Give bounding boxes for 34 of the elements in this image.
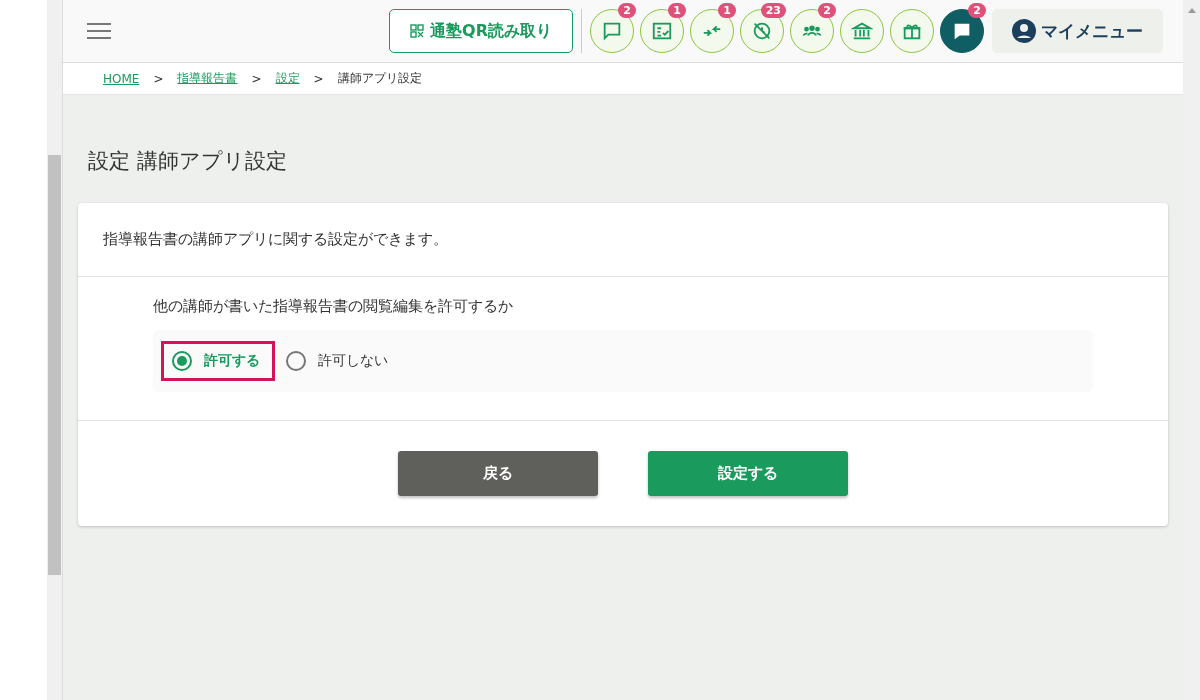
crossed-clock-icon xyxy=(751,20,773,42)
notification-badge: 1 xyxy=(668,3,686,18)
breadcrumb-link[interactable]: 設定 xyxy=(275,70,300,87)
menu-icon[interactable] xyxy=(87,23,111,39)
breadcrumb-separator: > xyxy=(313,71,324,86)
submit-button[interactable]: 設定する xyxy=(648,451,848,496)
my-menu-button[interactable]: マイメニュー xyxy=(992,9,1163,53)
scrollbar[interactable] xyxy=(1183,0,1200,700)
notification-badge: 2 xyxy=(618,3,636,18)
radio-option[interactable]: 許可しない xyxy=(275,341,403,381)
breadcrumb-link[interactable]: 指導報告書 xyxy=(177,70,238,87)
notification-badge: 2 xyxy=(968,3,986,18)
scrollbar[interactable] xyxy=(47,0,63,700)
page-title: 設定 講師アプリ設定 xyxy=(88,148,288,175)
qr-scan-button[interactable]: 通塾QR読み取り xyxy=(389,9,573,53)
breadcrumb-current: 講師アプリ設定 xyxy=(337,70,422,87)
breadcrumb-link[interactable]: HOME xyxy=(103,71,140,86)
setting-question: 他の講師が書いた指導報告書の閲覧編集を許可するか xyxy=(153,297,514,316)
bank-button[interactable] xyxy=(840,9,884,53)
notification-badge: 2 xyxy=(818,3,836,18)
radio-option[interactable]: 許可する xyxy=(161,341,275,381)
qr-code-icon xyxy=(410,24,425,38)
speech-bubble-icon xyxy=(601,20,623,42)
notification-badge: 23 xyxy=(760,3,786,18)
bank-icon xyxy=(851,20,873,42)
back-button[interactable]: 戻る xyxy=(398,451,598,496)
scroll-up-icon[interactable] xyxy=(1187,8,1196,13)
notification-badge: 1 xyxy=(718,3,736,18)
card-description: 指導報告書の講師アプリに関する設定ができます。 xyxy=(78,203,1168,277)
gift-button[interactable] xyxy=(890,9,934,53)
user-icon xyxy=(1012,19,1036,43)
breadcrumb-separator: > xyxy=(251,71,262,86)
breadcrumb-separator: > xyxy=(153,71,164,86)
checklist-icon xyxy=(651,20,673,42)
